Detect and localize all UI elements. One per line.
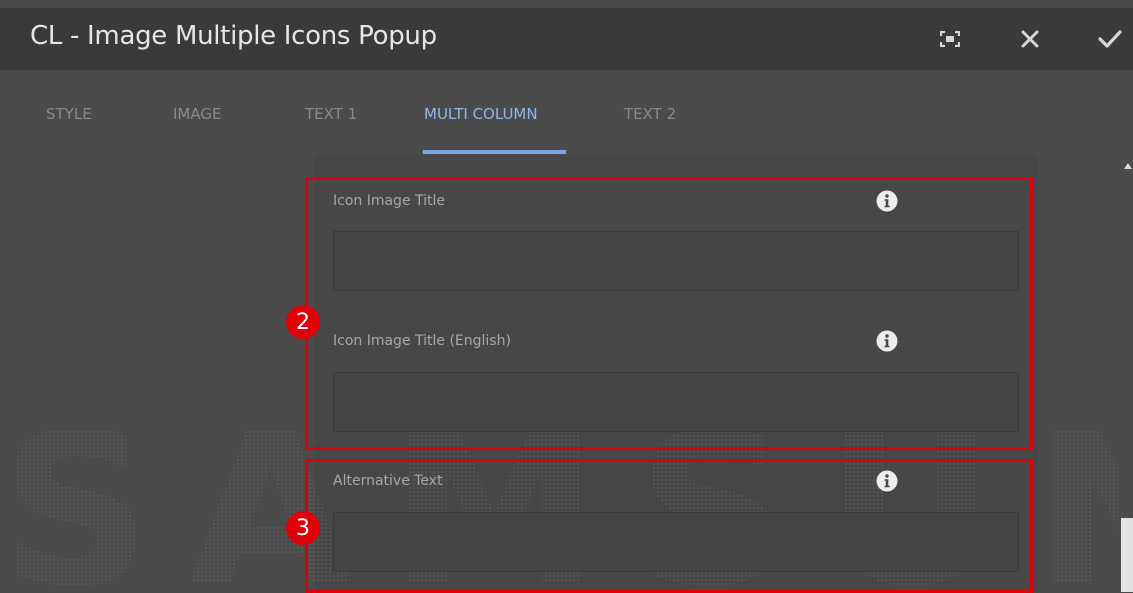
scroll-up-arrow-icon[interactable] — [1124, 163, 1132, 169]
done-button[interactable] — [1086, 8, 1133, 70]
fullscreen-icon — [940, 31, 960, 47]
dialog-header: CL - Image Multiple Icons Popup — [0, 8, 1133, 70]
active-tab-indicator — [423, 150, 566, 154]
tab-bar: STYLE IMAGE TEXT 1 MULTI COLUMN TEXT 2 — [0, 70, 1133, 155]
tab-multi-column[interactable]: MULTI COLUMN — [424, 105, 538, 123]
tab-text-2[interactable]: TEXT 2 — [624, 105, 676, 123]
tab-style[interactable]: STYLE — [46, 105, 92, 123]
checkmark-icon — [1098, 30, 1122, 48]
fullscreen-button[interactable] — [926, 8, 974, 70]
annotation-box-2 — [305, 177, 1033, 450]
tab-text-1[interactable]: TEXT 1 — [305, 105, 357, 123]
dialog-title: CL - Image Multiple Icons Popup — [30, 21, 437, 51]
tab-image[interactable]: IMAGE — [173, 105, 221, 123]
close-button[interactable] — [1006, 8, 1054, 70]
annotation-badge-3: 3 — [286, 511, 320, 545]
annotation-box-3 — [305, 459, 1033, 593]
close-icon — [1021, 30, 1039, 48]
annotation-badge-2: 2 — [286, 305, 320, 339]
scrollbar-thumb[interactable] — [1121, 518, 1133, 592]
